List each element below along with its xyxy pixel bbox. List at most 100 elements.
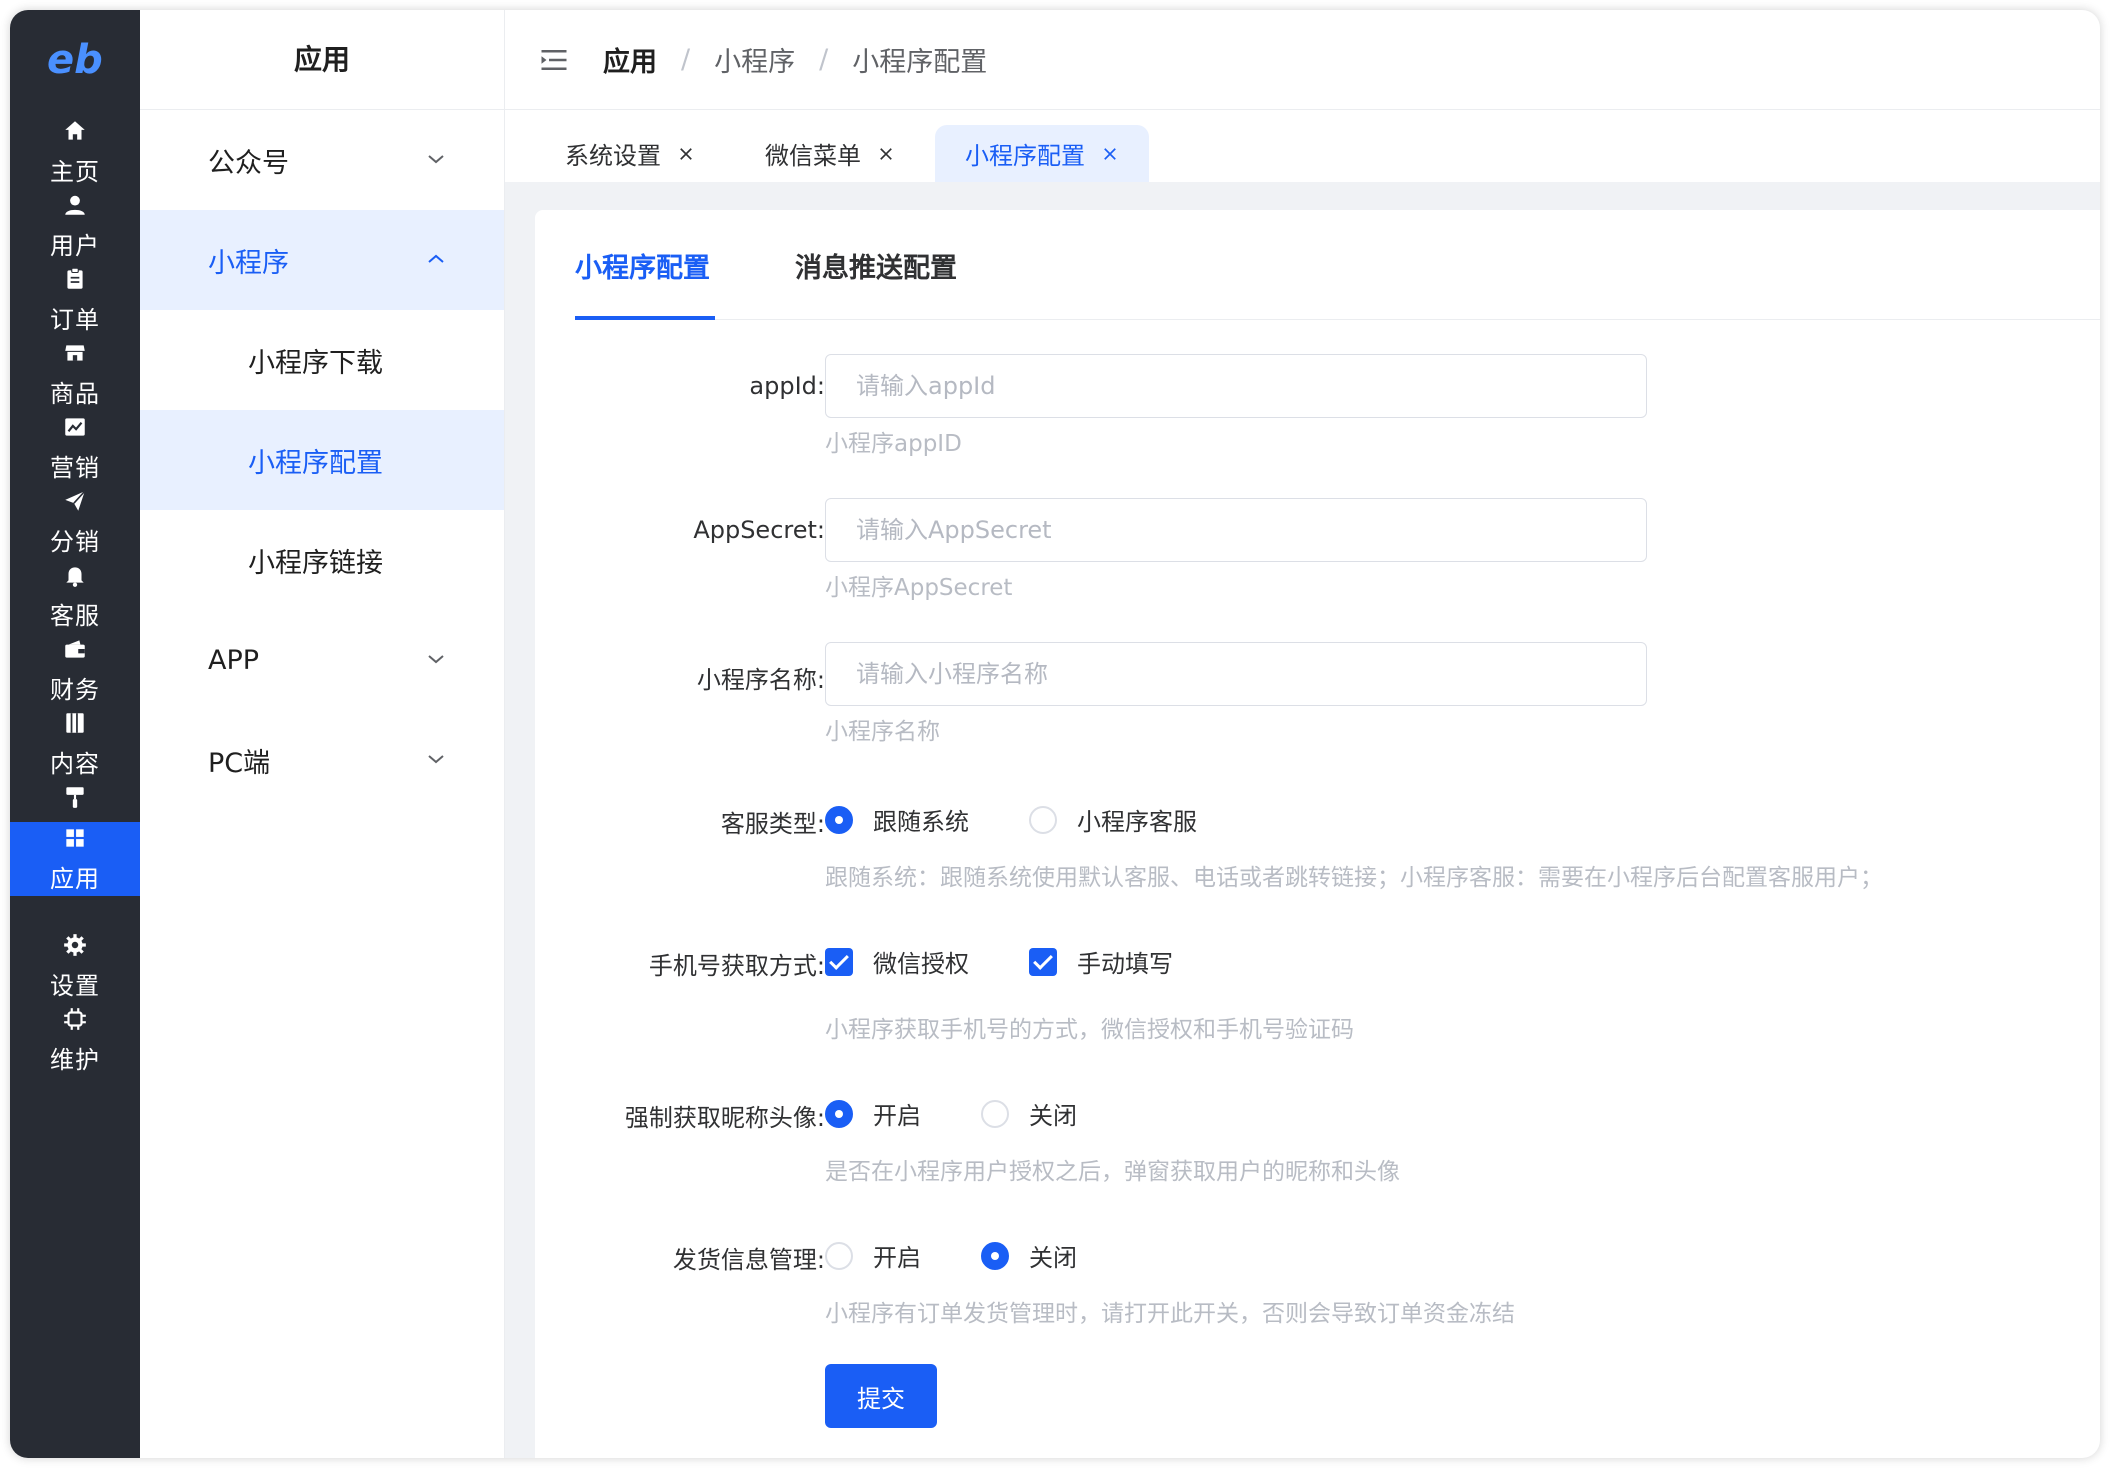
option-label: 跟随系统 <box>873 808 969 836</box>
appsecret-input[interactable] <box>825 498 1647 562</box>
submenu-label: 小程序配置 <box>248 447 383 479</box>
name-input[interactable] <box>825 642 1647 706</box>
menu-fold-icon[interactable] <box>539 45 569 75</box>
user-icon <box>65 195 85 215</box>
submenu-item-mini-download[interactable]: 小程序下载 <box>140 310 504 410</box>
close-icon[interactable] <box>877 145 895 163</box>
tabs-bar: 系统设置 微信菜单 小程序配置 <box>505 110 2100 182</box>
chevron-down-icon <box>428 155 444 164</box>
submenu-item-mini-link[interactable]: 小程序链接 <box>140 510 504 610</box>
breadcrumb-item[interactable]: 应用 <box>603 40 657 79</box>
submenu-label: APP <box>208 644 260 676</box>
shipping-option-off[interactable]: 关闭 <box>981 1238 1077 1273</box>
submenu-item-mini-config[interactable]: 小程序配置 <box>140 410 504 510</box>
option-label: 开启 <box>873 1102 921 1130</box>
grid-icon <box>66 828 84 847</box>
radio-unchecked[interactable] <box>825 1241 853 1270</box>
submit-button[interactable]: 提交 <box>825 1364 937 1428</box>
tab-wechat-menu[interactable]: 微信菜单 <box>735 125 925 182</box>
radio-checked[interactable] <box>825 805 853 834</box>
submenu-title: 应用 <box>140 10 504 110</box>
chevron-up-icon <box>428 254 444 263</box>
radio-unchecked[interactable] <box>1029 805 1057 834</box>
radio-unchecked[interactable] <box>981 1099 1009 1128</box>
bell-icon <box>66 566 84 587</box>
submenu-item-official-account[interactable]: 公众号 <box>140 110 504 210</box>
chevron-down-icon <box>428 755 444 764</box>
option-label: 微信授权 <box>873 950 969 978</box>
chevron-down-icon <box>428 655 444 664</box>
breadcrumb-separator: / <box>819 44 829 75</box>
submenu-item-mini-program[interactable]: 小程序 <box>140 210 504 310</box>
tab-mini-program-config[interactable]: 小程序配置 <box>935 125 1149 182</box>
breadcrumb-item[interactable]: 小程序 <box>714 40 795 79</box>
breadcrumb-item-current: 小程序配置 <box>852 47 988 78</box>
tab-system-settings[interactable]: 系统设置 <box>535 125 725 182</box>
name-label: 小程序名称: <box>696 666 825 694</box>
clipboard-icon <box>67 267 83 289</box>
app-window: eb 主页 用户 订单 商品 营销 分销 客服 财务 内容 应用 设置 维护 应… <box>10 10 2100 1458</box>
appid-input[interactable] <box>825 354 1647 418</box>
main-nav: eb 主页 用户 订单 商品 营销 分销 客服 财务 内容 应用 设置 维护 <box>10 10 140 1458</box>
name-hint: 小程序名称 <box>825 719 940 745</box>
tab-label: 小程序配置 <box>965 142 1085 170</box>
submenu-label: 小程序 <box>208 247 289 279</box>
submenu-label: 公众号 <box>208 147 289 179</box>
config-form: appId: 小程序appID AppSecret: 小程序AppSecret … <box>535 210 2100 1458</box>
book-icon <box>66 712 84 733</box>
force-avatar-label: 强制获取昵称头像: <box>624 1104 825 1132</box>
option-label: 开启 <box>873 1244 921 1272</box>
submenu-label: PC端 <box>208 747 271 779</box>
option-label: 手动填写 <box>1077 950 1173 978</box>
svg-text:eb: eb <box>47 40 103 80</box>
phone-method-option-manual[interactable]: 手动填写 <box>1029 944 1173 979</box>
logo[interactable]: eb <box>10 10 140 110</box>
option-label: 关闭 <box>1029 1102 1077 1130</box>
force-avatar-option-off[interactable]: 关闭 <box>981 1096 1077 1131</box>
phone-method-label: 手机号获取方式: <box>648 952 825 980</box>
close-icon[interactable] <box>677 145 695 163</box>
radio-checked[interactable] <box>825 1099 853 1128</box>
store-icon <box>65 344 85 361</box>
phone-method-hint: 小程序获取手机号的方式，微信授权和手机号验证码 <box>825 1017 1354 1043</box>
wallet-icon <box>65 639 85 658</box>
chart-icon <box>65 417 85 436</box>
force-avatar-hint: 是否在小程序用户授权之后，弹窗获取用户的昵称和头像 <box>825 1159 1400 1185</box>
option-label: 小程序客服 <box>1077 808 1197 836</box>
service-type-label: 客服类型: <box>720 810 825 838</box>
checkbox-checked[interactable] <box>1029 947 1057 976</box>
nav-item-maintenance[interactable]: 维护 <box>10 990 140 1090</box>
breadcrumb-separator: / <box>681 44 691 75</box>
submenu: 应用 公众号 小程序 小程序下载 小程序配置 小程序链接 APP PC端 <box>140 10 505 1458</box>
nav-label: 维护 <box>50 1045 100 1074</box>
option-label: 关闭 <box>1029 1244 1077 1272</box>
submenu-item-app[interactable]: APP <box>140 610 504 710</box>
service-type-option-mini[interactable]: 小程序客服 <box>1029 802 1197 837</box>
tab-label: 微信菜单 <box>765 142 861 170</box>
appsecret-hint: 小程序AppSecret <box>825 575 1013 601</box>
home-icon <box>65 120 85 140</box>
appsecret-label: AppSecret: <box>693 516 825 544</box>
submenu-label: 小程序链接 <box>248 547 383 579</box>
service-type-hint: 跟随系统：跟随系统使用默认客服、电话或者跳转链接；小程序客服：需要在小程序后台配… <box>825 865 1883 891</box>
close-icon[interactable] <box>1101 145 1119 163</box>
nav-item-apps[interactable]: 应用 <box>10 822 140 896</box>
service-type-option-system[interactable]: 跟随系统 <box>825 802 969 837</box>
submenu-label: 小程序下载 <box>248 347 383 379</box>
send-icon <box>65 490 86 511</box>
shipping-hint: 小程序有订单发货管理时，请打开此开关，否则会导致订单资金冻结 <box>825 1301 1515 1327</box>
breadcrumb: 应用 / 小程序 / 小程序配置 <box>603 40 987 79</box>
force-avatar-option-on[interactable]: 开启 <box>825 1096 921 1131</box>
shipping-label: 发货信息管理: <box>672 1246 825 1274</box>
appid-label: appId: <box>749 372 825 400</box>
submenu-item-pc[interactable]: PC端 <box>140 710 504 810</box>
gear-icon <box>64 933 86 956</box>
phone-method-option-wechat[interactable]: 微信授权 <box>825 944 969 979</box>
content-card: 小程序配置 消息推送配置 appId: 小程序appID AppSecret: … <box>535 210 2100 1458</box>
radio-checked[interactable] <box>981 1241 1009 1270</box>
eb-logo-icon: eb <box>47 40 103 80</box>
nav-label: 应用 <box>50 864 100 893</box>
checkbox-checked[interactable] <box>825 947 853 976</box>
paint-roller-icon <box>66 786 84 808</box>
shipping-option-on[interactable]: 开启 <box>825 1238 921 1273</box>
